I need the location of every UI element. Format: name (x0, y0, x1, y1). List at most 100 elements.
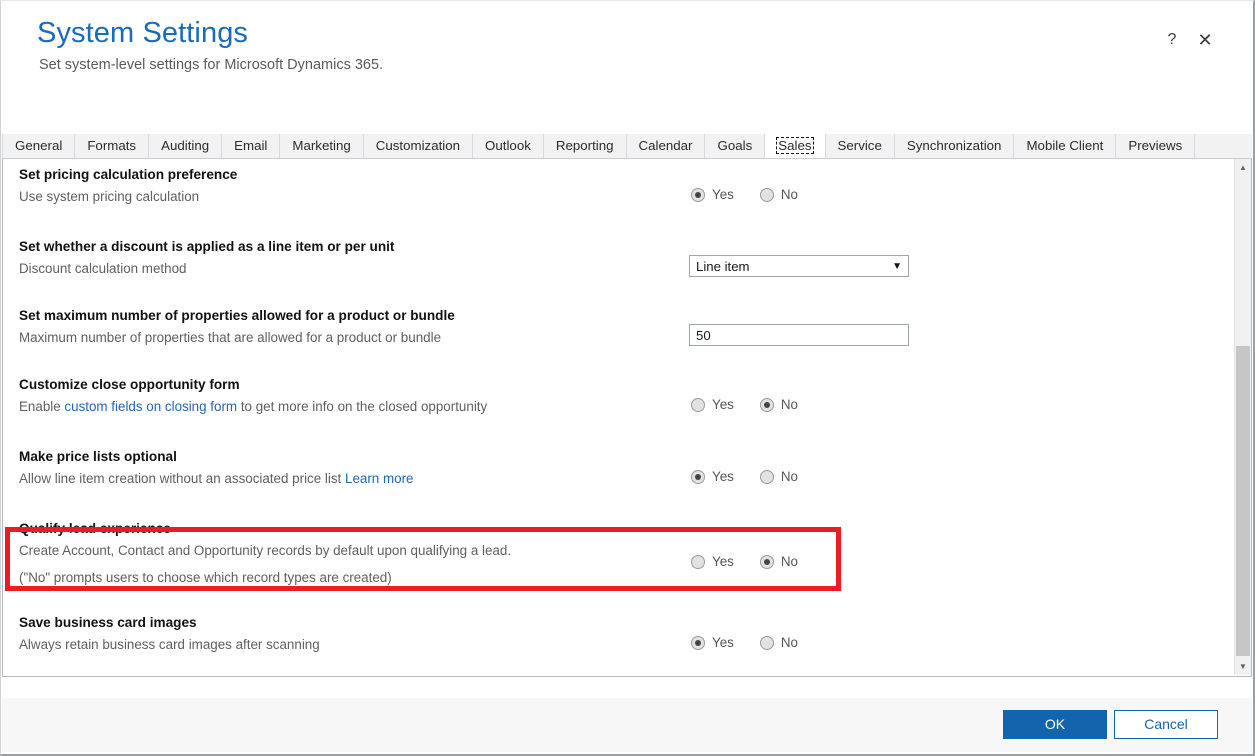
radio-button-no-icon[interactable] (759, 636, 774, 650)
radio-button-yes-icon[interactable] (691, 555, 705, 569)
radio-button-no-icon[interactable] (759, 555, 774, 569)
radio-option-yes[interactable]: Yes (691, 635, 734, 653)
page-title: System Settings (37, 17, 249, 49)
tab-label: Service (837, 138, 882, 153)
vertical-scrollbar[interactable]: ▲ ▼ (1234, 159, 1251, 675)
ok-button[interactable]: OK (1003, 710, 1107, 739)
close-icon[interactable]: ✕ (1192, 27, 1218, 53)
setting-row: Qualify lead experience Create Account, C… (3, 521, 1235, 585)
setting-description: Maximum number of properties that are al… (19, 330, 442, 345)
setting-row: Save business card images Always retain b… (3, 615, 1235, 675)
tab-label: Email (234, 138, 268, 153)
setting-description: Enable custom fields on closing form to … (19, 399, 487, 414)
radio-option-no[interactable]: No (759, 397, 798, 415)
tab-label: Customization (375, 138, 461, 153)
tab-label: Formats (87, 138, 137, 153)
radio-button-no-icon[interactable] (759, 188, 774, 202)
setting-description: Create Account, Contact and Opportunity … (19, 543, 512, 558)
tab-calendar[interactable]: Calendar (626, 134, 706, 158)
setting-description-link[interactable]: custom fields on closing form (64, 399, 237, 414)
setting-description-suffix: to get more info on the closed opportuni… (237, 399, 488, 414)
scroll-up-arrow-icon[interactable]: ▲ (1235, 159, 1251, 176)
setting-description: Always retain business card images after… (19, 637, 320, 652)
scroll-down-arrow-icon[interactable]: ▼ (1235, 658, 1251, 675)
radio-label: No (780, 397, 798, 412)
radio-option-yes[interactable]: Yes (691, 554, 734, 572)
cancel-button[interactable]: Cancel (1114, 710, 1218, 739)
setting-description: Use system pricing calculation (19, 189, 200, 204)
discount-calculation-method-select[interactable]: Line item ▼ (689, 255, 909, 277)
setting-title: Save business card images (19, 615, 197, 630)
dialog-header: System Settings Set system-level setting… (1, 1, 1254, 121)
tab-label: Auditing (161, 138, 210, 153)
tab-reporting[interactable]: Reporting (543, 134, 627, 158)
question-mark-icon[interactable]: ? (1159, 27, 1185, 53)
radio-label: No (780, 187, 798, 202)
radio-button-no-icon[interactable] (759, 398, 774, 412)
tab-marketing[interactable]: Marketing (280, 134, 364, 158)
radio-label: No (780, 469, 798, 484)
tab-synchronization[interactable]: Synchronization (894, 134, 1015, 158)
tab-service[interactable]: Service (825, 134, 895, 158)
tab-outlook[interactable]: Outlook (473, 134, 544, 158)
tab-label: Synchronization (906, 138, 1002, 153)
radio-option-no[interactable]: No (759, 469, 798, 487)
radio-option-yes[interactable]: Yes (691, 469, 734, 487)
setting-description-link[interactable]: Learn more (345, 471, 413, 486)
setting-description-line2: ("No" prompts users to choose which reco… (19, 570, 392, 585)
radio-option-no[interactable]: No (759, 554, 798, 572)
setting-description-prefix: Allow line item creation without an asso… (19, 471, 345, 486)
setting-row: Make price lists optional Allow line item… (3, 449, 1235, 509)
setting-row: Set pricing calculation preference Use sy… (3, 167, 1235, 227)
tab-strip: General Formats Auditing Email Marketing Cust… (2, 134, 1252, 159)
tab-label: Marketing (292, 138, 351, 153)
radio-option-no[interactable]: No (759, 187, 798, 205)
tab-label: Previews (1128, 138, 1183, 153)
chevron-down-icon[interactable]: ▼ (892, 257, 902, 277)
radio-label: Yes (712, 635, 734, 650)
radio-option-no[interactable]: No (759, 635, 798, 653)
scrollbar-thumb[interactable] (1236, 346, 1250, 656)
radio-button-yes-icon[interactable] (691, 188, 705, 202)
tab-previews[interactable]: Previews (1116, 134, 1196, 158)
max-properties-input[interactable] (689, 324, 909, 346)
radio-label: No (780, 635, 798, 650)
setting-description: Allow line item creation without an asso… (19, 471, 413, 486)
tab-email[interactable]: Email (222, 134, 281, 158)
radio-label: Yes (712, 187, 734, 202)
tab-label: Goals (717, 138, 753, 153)
setting-row: Customize close opportunity form Enable c… (3, 377, 1235, 437)
tab-label: General (15, 138, 63, 153)
tab-auditing[interactable]: Auditing (149, 134, 223, 158)
radio-label: Yes (712, 397, 734, 412)
setting-title: Set pricing calculation preference (19, 167, 238, 182)
page-subtitle: Set system-level settings for Microsoft … (39, 57, 384, 73)
setting-description-prefix: Enable (19, 399, 65, 414)
radio-button-yes-icon[interactable] (691, 636, 705, 650)
setting-title: Set whether a discount is applied as a l… (19, 239, 395, 254)
select-selected-value: Line item (696, 259, 750, 274)
setting-title: Make price lists optional (19, 449, 177, 464)
tab-customization[interactable]: Customization (363, 134, 474, 158)
tab-label: Calendar (638, 138, 693, 153)
settings-content-pane: Set pricing calculation preference Use sy… (2, 159, 1252, 677)
tab-goals[interactable]: Goals (705, 134, 766, 158)
tab-sales[interactable]: Sales (765, 134, 826, 158)
tab-mobile-client[interactable]: Mobile Client (1014, 134, 1117, 158)
yes-no-radio-group: Yes No (691, 635, 798, 653)
radio-button-yes-icon[interactable] (691, 398, 705, 412)
radio-label: Yes (712, 469, 734, 484)
tab-general[interactable]: General (2, 134, 76, 158)
radio-button-yes-icon[interactable] (691, 470, 705, 484)
tab-formats[interactable]: Formats (75, 134, 150, 158)
radio-option-yes[interactable]: Yes (691, 397, 734, 415)
setting-row: Set whether a discount is applied as a l… (3, 239, 1235, 299)
tab-label: Outlook (485, 138, 531, 153)
radio-option-yes[interactable]: Yes (691, 187, 734, 205)
setting-row: Set maximum number of properties allowed… (3, 308, 1235, 368)
tab-label: Mobile Client (1026, 138, 1104, 153)
radio-label: Yes (712, 554, 734, 569)
yes-no-radio-group: Yes No (691, 469, 798, 487)
radio-button-no-icon[interactable] (759, 470, 774, 484)
settings-list: Set pricing calculation preference Use sy… (3, 159, 1235, 675)
